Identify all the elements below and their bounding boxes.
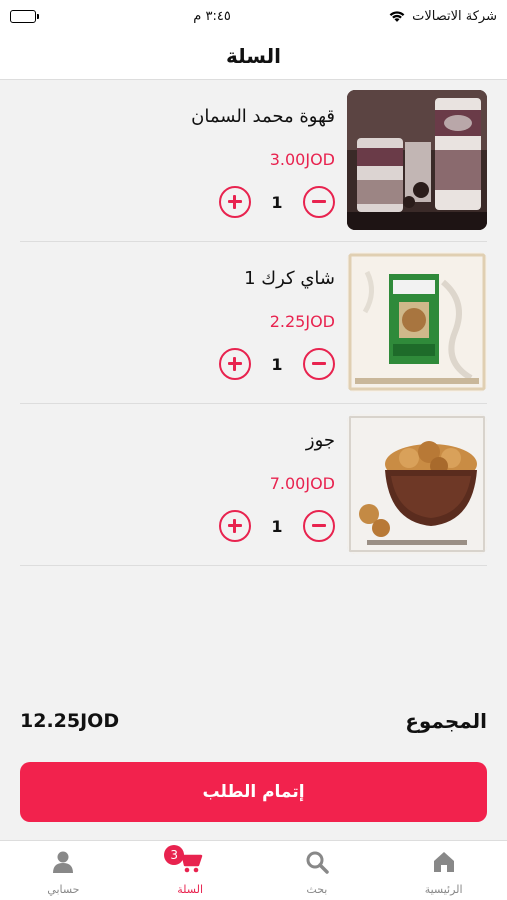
- cart-item: جوز 7.00JOD 1: [20, 404, 487, 566]
- item-name: جوز: [305, 430, 335, 451]
- cart-item: قهوة محمد السمان 3.00JOD 1: [20, 80, 487, 242]
- quantity-value: 1: [271, 192, 283, 212]
- quantity-value: 1: [271, 516, 283, 536]
- quantity-stepper: 1: [219, 348, 335, 380]
- item-name: قهوة محمد السمان: [191, 106, 335, 127]
- total-amount: 12.25JOD: [20, 710, 120, 732]
- tab-bar: الرئيسية بحث 3 السلة حسابي: [0, 840, 507, 900]
- carrier-name: شركة الاتصالات: [412, 8, 497, 24]
- product-image-coffee[interactable]: [347, 90, 487, 230]
- item-price: 7.00JOD: [269, 474, 335, 493]
- decrease-quantity-button[interactable]: [303, 186, 335, 218]
- page-title: السلة: [225, 43, 281, 68]
- search-icon: [306, 851, 329, 874]
- battery-icon: [10, 9, 39, 23]
- quantity-stepper: 1: [219, 186, 335, 218]
- wifi-icon: [389, 11, 405, 22]
- cart-item: شاي كرك 1 2.25JOD 1: [20, 242, 487, 404]
- item-price: 3.00JOD: [269, 150, 335, 169]
- status-bar: ٣:٤٥ م شركة الاتصالات: [0, 0, 507, 32]
- decrease-quantity-button[interactable]: [303, 348, 335, 380]
- decrease-quantity-button[interactable]: [303, 510, 335, 542]
- tab-label: السلة: [177, 883, 204, 896]
- product-image-walnuts[interactable]: [347, 414, 487, 554]
- increase-quantity-button[interactable]: [219, 348, 251, 380]
- home-icon: [433, 852, 454, 872]
- total-row: 12.25JOD المجموع: [20, 704, 487, 738]
- status-time: ٣:٤٥ م: [193, 8, 231, 24]
- cart-list: قهوة محمد السمان 3.00JOD 1 شاي كرك 1 2.2…: [20, 80, 487, 566]
- increase-quantity-button[interactable]: [219, 510, 251, 542]
- tab-cart[interactable]: 3 السلة: [127, 841, 254, 900]
- user-icon: [53, 851, 74, 873]
- quantity-value: 1: [271, 354, 283, 374]
- total-label: المجموع: [405, 709, 487, 733]
- tab-label: حسابي: [47, 883, 80, 896]
- tab-account[interactable]: حسابي: [0, 841, 127, 900]
- tab-label: بحث: [306, 883, 328, 896]
- quantity-stepper: 1: [219, 510, 335, 542]
- tab-home[interactable]: الرئيسية: [380, 841, 507, 900]
- item-name: شاي كرك 1: [244, 268, 335, 289]
- cart-count-badge: 3: [164, 845, 185, 865]
- product-image-karak-tea[interactable]: [347, 252, 487, 392]
- tab-label: الرئيسية: [424, 883, 463, 896]
- tab-search[interactable]: بحث: [254, 841, 381, 900]
- increase-quantity-button[interactable]: [219, 186, 251, 218]
- item-price: 2.25JOD: [269, 312, 335, 331]
- checkout-button[interactable]: إتمام الطلب: [20, 762, 487, 822]
- page-header: السلة: [0, 32, 507, 80]
